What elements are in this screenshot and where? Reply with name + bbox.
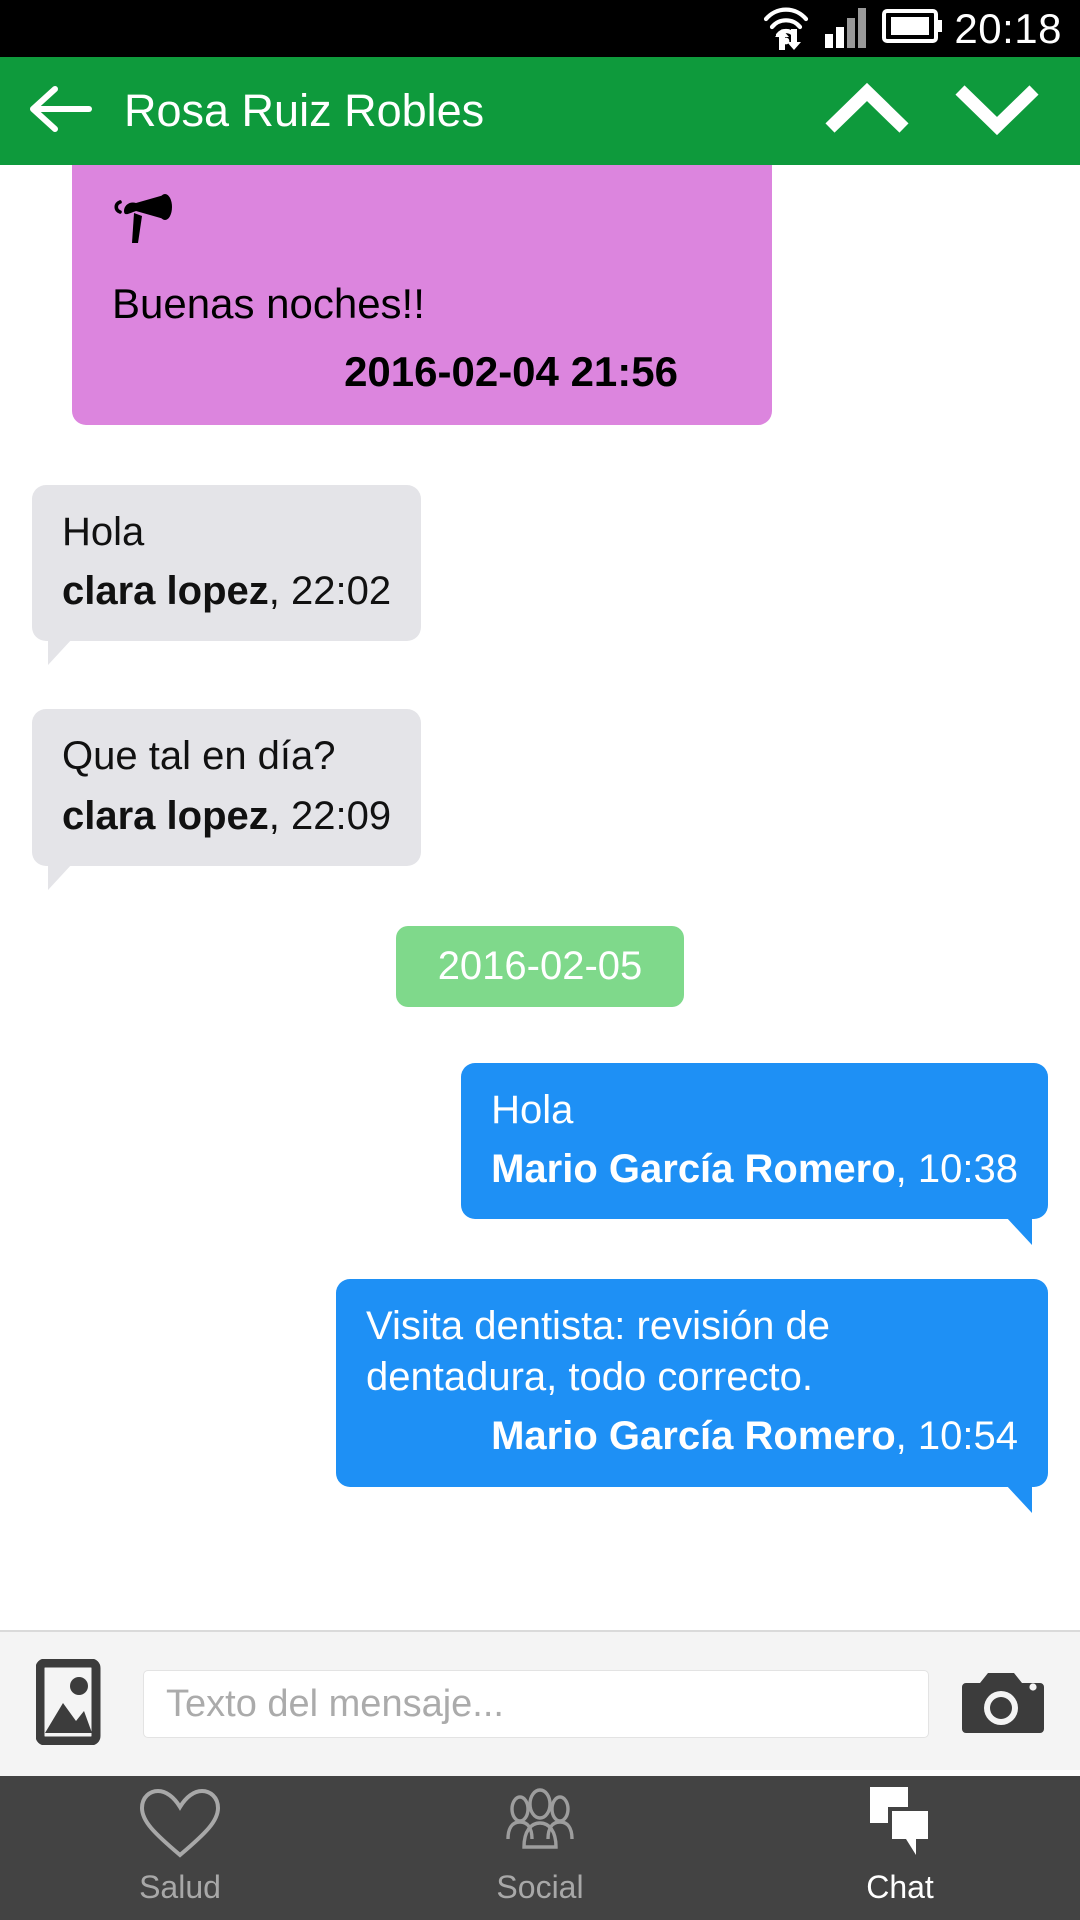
message-time: , 22:02	[268, 569, 392, 614]
nav-tab-label: Chat	[866, 1868, 934, 1905]
message-meta: clara lopez, 22:02	[62, 566, 391, 617]
page-title: Rosa Ruiz Robles	[124, 85, 485, 136]
message-text: Que tal en día?	[62, 734, 336, 779]
status-bar: 20:18	[0, 0, 1080, 57]
message-sender: clara lopez	[62, 793, 269, 838]
people-group-icon	[494, 1787, 586, 1859]
announcement-bubble[interactable]: Buenas noches!! 2016-02-04 21:56	[72, 165, 772, 425]
message-input-bar	[0, 1630, 1080, 1776]
date-separator-chip: 2016-02-05	[395, 925, 685, 1007]
status-icon-group	[760, 1, 944, 56]
chevron-down-icon	[954, 80, 1040, 143]
image-icon	[35, 1658, 114, 1750]
status-time: 20:18	[954, 4, 1062, 52]
incoming-message-bubble[interactable]: Que tal en día? clara lopez, 22:09	[32, 709, 422, 891]
message-text: Visita dentista: revisión de dentadura, …	[366, 1304, 830, 1400]
chevron-up-icon	[824, 80, 910, 143]
scroll-down-button[interactable]	[954, 76, 1040, 146]
nav-tab-social[interactable]: Social	[360, 1776, 720, 1920]
message-row-incoming-1: Hola clara lopez, 22:02	[0, 484, 1080, 666]
app-bar: Rosa Ruiz Robles	[0, 57, 1080, 165]
camera-button[interactable]	[958, 1667, 1044, 1742]
message-meta: Mario García Romero, 10:38	[491, 1144, 1018, 1195]
phone-screen: 20:18 Rosa Ruiz Robles Buenas noches!! 2…	[0, 0, 1080, 1920]
scroll-up-button[interactable]	[824, 76, 910, 146]
outgoing-message-bubble[interactable]: Hola Mario García Romero, 10:38	[461, 1062, 1048, 1246]
announcement-timestamp: 2016-02-04 21:56	[344, 348, 678, 396]
message-time: , 10:54	[895, 1414, 1018, 1459]
message-meta: Mario García Romero, 10:54	[366, 1411, 1018, 1462]
app-bar-actions	[824, 76, 1058, 146]
gallery-button[interactable]	[35, 1658, 114, 1750]
announcement-text: Buenas noches!!	[112, 280, 425, 328]
message-row-announcement: Buenas noches!! 2016-02-04 21:56	[0, 165, 1080, 425]
nav-tab-label: Social	[496, 1868, 584, 1905]
message-text: Hola	[62, 509, 145, 554]
camera-icon	[958, 1667, 1044, 1742]
nav-tab-chat[interactable]: Chat	[720, 1770, 1080, 1920]
outgoing-message-bubble[interactable]: Visita dentista: revisión de dentadura, …	[336, 1279, 1048, 1513]
arrow-left-icon	[27, 81, 93, 142]
battery-icon	[882, 6, 944, 51]
incoming-message-bubble[interactable]: Hola clara lopez, 22:02	[32, 484, 422, 666]
message-time: , 10:38	[895, 1146, 1018, 1191]
message-row-date-separator: 2016-02-05	[0, 925, 1080, 1007]
megaphone-icon	[112, 191, 738, 261]
message-time: , 22:09	[268, 793, 392, 838]
heart-icon	[136, 1788, 224, 1859]
message-input[interactable]	[144, 1671, 928, 1737]
wifi-data-icon	[760, 1, 812, 56]
chat-message-list[interactable]: Buenas noches!! 2016-02-04 21:56 Hola cl…	[0, 165, 1080, 1630]
bottom-navigation: Salud Social Chat	[0, 1770, 1080, 1920]
chat-bubbles-icon	[854, 1786, 946, 1859]
message-sender: Mario García Romero	[491, 1414, 896, 1459]
message-meta: clara lopez, 22:09	[62, 791, 391, 842]
message-row-outgoing-1: Hola Mario García Romero, 10:38	[0, 1062, 1080, 1246]
nav-tab-salud[interactable]: Salud	[0, 1776, 360, 1920]
signal-bars-icon	[824, 4, 870, 53]
message-row-outgoing-2: Visita dentista: revisión de dentadura, …	[0, 1279, 1080, 1513]
message-sender: Mario García Romero	[491, 1146, 896, 1191]
message-sender: clara lopez	[62, 569, 269, 614]
nav-tab-label: Salud	[139, 1868, 221, 1905]
message-row-incoming-2: Que tal en día? clara lopez, 22:09	[0, 709, 1080, 891]
back-button[interactable]	[22, 81, 98, 142]
message-text: Hola	[491, 1087, 574, 1132]
